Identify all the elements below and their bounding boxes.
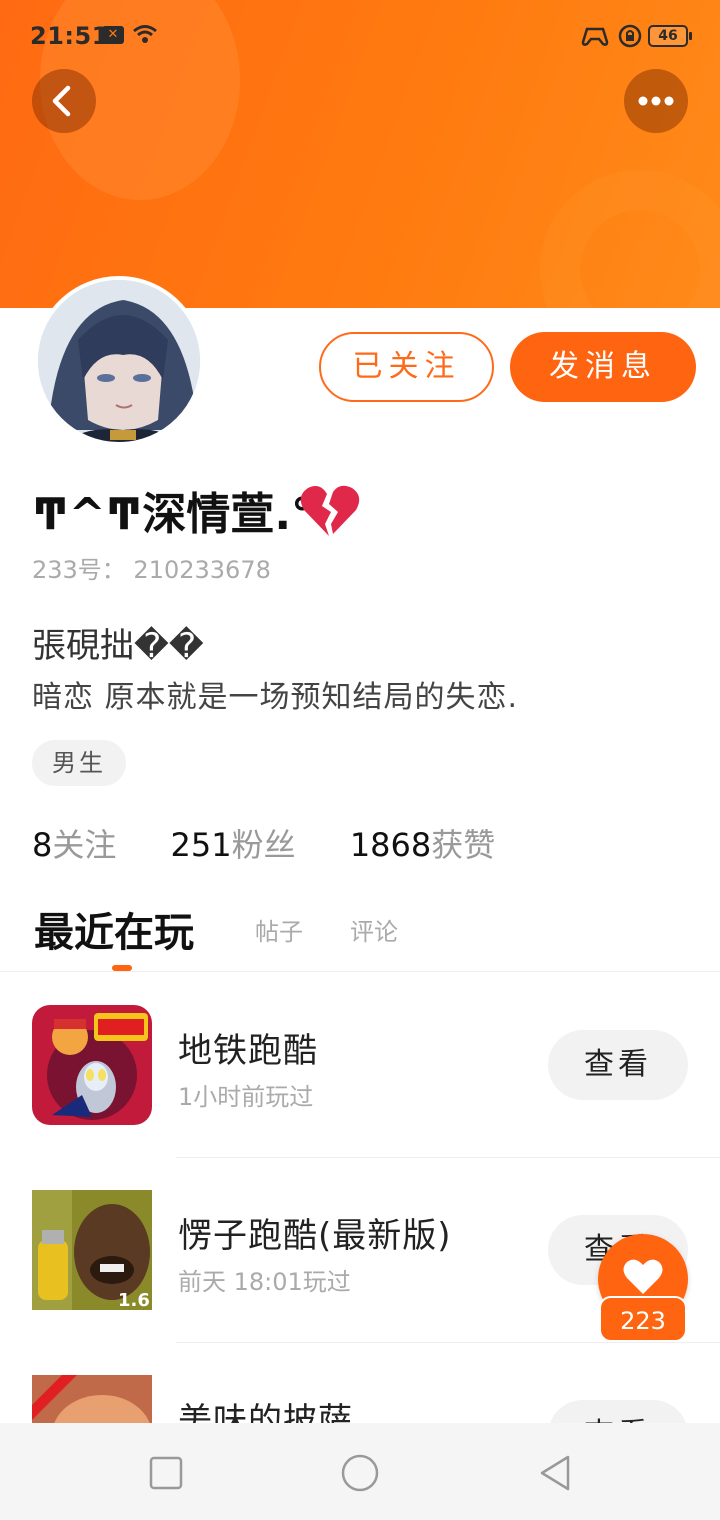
status-bar: 21:51 ✕ 46 [0,0,720,72]
notification-x-icon: ✕ [102,26,124,44]
view-game-button[interactable]: 查看 [548,1030,688,1100]
avatar-image [38,280,200,442]
list-item[interactable]: 地铁跑酷 1小时前玩过 查看 [0,1005,720,1190]
status-time: 21:51 [30,22,109,50]
game-title: 地铁跑酷 [178,1031,318,1071]
list-item[interactable]: 美味的披萨 查看 [0,1375,720,1423]
svg-text:1.6: 1.6 [118,1290,150,1310]
gender-tag: 男生 [32,740,126,786]
divider [176,1157,720,1158]
likes-count: 1868 [349,826,432,864]
profile-nickname: ͳ^ͳ深情萱.° [32,489,314,540]
broken-heart-icon [300,485,360,536]
more-dots-icon [638,96,674,106]
wifi-icon [133,25,157,43]
banner-decoration [540,170,720,308]
game-title: 愣子跑酷(最新版) [178,1216,452,1256]
following-button[interactable]: 已关注 [319,332,494,402]
following-label: 关注 [52,826,117,864]
following-count: 8 [32,826,53,864]
active-tab-indicator [112,965,132,971]
game-mode-icon [581,27,609,46]
game-icon [32,1375,152,1423]
game-played-time: 1小时前玩过 [178,1083,314,1111]
tab-posts[interactable]: 帖子 [255,912,303,947]
signature-name: 張硯拙�� [32,626,204,666]
game-played-time: 前天 18:01玩过 [178,1268,351,1296]
back-nav-icon[interactable] [536,1453,576,1493]
view-game-button[interactable]: 查看 [548,1400,688,1423]
tab-recently-played[interactable]: 最近在玩 [34,900,194,958]
back-button[interactable] [32,69,96,133]
back-arrow-icon [52,85,71,117]
profile-stats: 8关注 251粉丝 1868获赞 [32,820,539,866]
game-icon: 1.6 [32,1190,152,1310]
profile-bio: 暗恋 原本就是一场预知结局的失恋. [32,680,519,715]
profile-tabs: 最近在玩 帖子 评论 [0,894,720,972]
more-options-button[interactable] [624,69,688,133]
fans-stat[interactable]: 251粉丝 [171,826,340,864]
battery-indicator: 46 [648,25,692,47]
likes-stat: 1868获赞 [350,826,539,864]
game-icon [32,1005,152,1125]
recent-apps-icon[interactable] [146,1453,186,1493]
like-count-badge: 223 [599,1296,687,1342]
likes-label: 获赞 [431,826,496,864]
system-nav-bar [0,1423,720,1520]
avatar[interactable] [34,276,204,446]
fans-count: 251 [170,826,232,864]
game-title: 美味的披萨 [178,1401,353,1423]
send-message-button[interactable]: 发消息 [510,332,696,402]
fans-label: 粉丝 [231,826,296,864]
following-stat[interactable]: 8关注 [32,826,160,864]
rotation-lock-icon [618,24,642,48]
home-icon[interactable] [340,1453,380,1493]
tab-comments[interactable]: 评论 [350,912,398,947]
user-id: 233号： 210233678 [32,556,271,584]
